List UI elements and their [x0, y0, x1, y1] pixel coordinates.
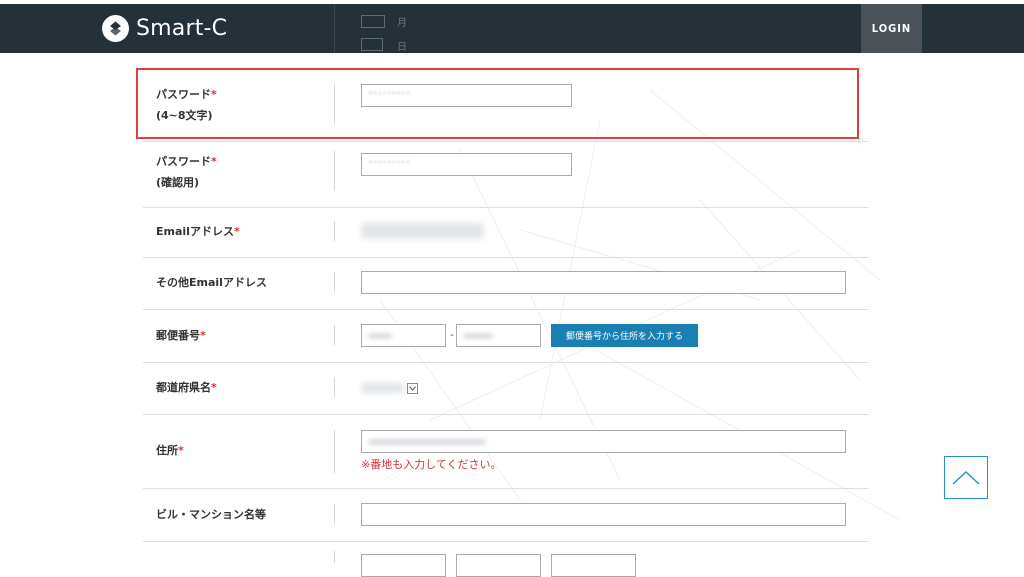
form-row-email: Emailアドレス* [143, 207, 868, 258]
zip-second-input[interactable] [456, 324, 541, 347]
form-row-building: ビル・マンション名等 [143, 488, 868, 542]
next-row-input-1[interactable] [361, 554, 446, 577]
email-label: Emailアドレス* [156, 225, 240, 238]
address-label: 住所* [156, 444, 184, 457]
password-confirm-label: パスワード* (確認用) [156, 155, 217, 189]
row-divider [334, 430, 335, 473]
prefecture-select[interactable] [407, 383, 418, 394]
password-confirm-input[interactable]: ••••••••• [361, 153, 572, 176]
header-divider [334, 4, 335, 53]
address-input[interactable] [361, 430, 846, 453]
form-row-zip: 郵便番号* - 郵便番号から住所を入力する [143, 309, 868, 363]
chevron-down-icon [409, 386, 416, 391]
zip-first-value-redacted [368, 333, 392, 339]
zip-lookup-button[interactable]: 郵便番号から住所を入力する [551, 324, 698, 347]
next-row-input-2[interactable] [456, 554, 541, 577]
zip-first-input[interactable] [361, 324, 446, 347]
email-value-redacted [361, 223, 484, 239]
brand-logo[interactable]: Smart-C [102, 15, 227, 42]
form-row-address: 住所* ※番地も入力してください。 [143, 414, 868, 489]
row-divider [334, 551, 335, 563]
row-divider [334, 504, 335, 524]
building-input[interactable] [361, 503, 846, 526]
chevron-up-icon [952, 470, 980, 485]
top-nav-bar: Smart-C LOGIN [0, 4, 1024, 53]
form-row-prefecture: 都道府県名* [143, 362, 868, 415]
login-button[interactable]: LOGIN [861, 4, 922, 53]
address-value-redacted [368, 439, 486, 445]
form-row-other-email: その他Emailアドレス [143, 257, 868, 310]
ghost-month-label: 月 [397, 18, 407, 29]
other-email-input[interactable] [361, 271, 846, 294]
ghost-day-label: 日 [397, 42, 407, 53]
ghost-day-select [361, 38, 383, 51]
row-divider [334, 325, 335, 345]
prefecture-value-redacted [361, 383, 405, 393]
brand-name: Smart-C [136, 16, 228, 41]
ghost-month-select [361, 15, 385, 28]
form-row-password-confirm: パスワード* (確認用) ••••••••• [143, 141, 868, 208]
zip-separator: - [450, 328, 454, 341]
password-highlight-box [136, 68, 859, 139]
zip-label: 郵便番号* [156, 329, 206, 342]
building-label: ビル・マンション名等 [156, 508, 266, 521]
next-row-input-3[interactable] [551, 554, 636, 577]
row-divider [334, 151, 335, 191]
row-divider [334, 377, 335, 397]
prefecture-label: 都道府県名* [156, 381, 217, 394]
row-divider [334, 272, 335, 292]
address-note: ※番地も入力してください。 [361, 458, 502, 471]
row-divider [334, 221, 335, 241]
smart-c-logo-icon [102, 15, 129, 42]
other-email-label: その他Emailアドレス [156, 276, 267, 289]
zip-second-value-redacted [463, 333, 493, 339]
scroll-to-top-button[interactable] [944, 456, 988, 499]
